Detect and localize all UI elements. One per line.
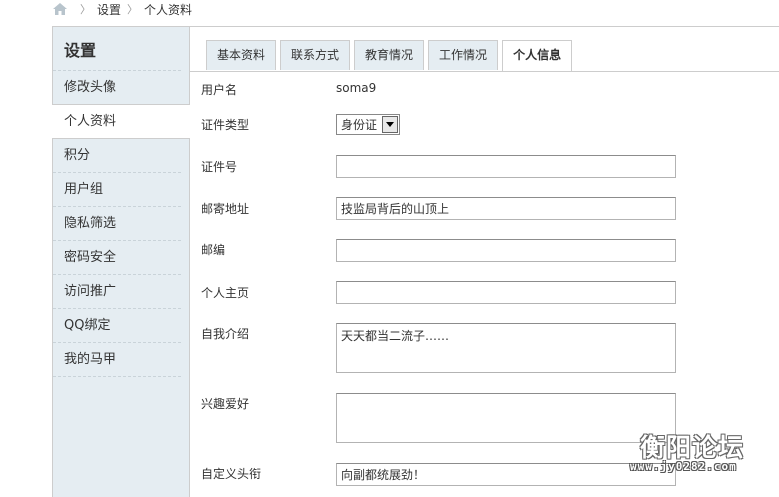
- breadcrumb: 〉 设置 〉 个人资料: [52, 0, 192, 18]
- breadcrumb-profile-link[interactable]: 个人资料: [144, 1, 192, 18]
- sidebar-item-avatar[interactable]: 修改头像: [53, 71, 181, 105]
- zipcode-input[interactable]: [336, 239, 676, 262]
- id-type-selected-value: 身份证: [341, 118, 378, 132]
- divider: [190, 71, 779, 72]
- sidebar-item-usergroup[interactable]: 用户组: [53, 173, 181, 207]
- tab-education[interactable]: 教育情况: [354, 40, 425, 70]
- chevron-right-icon: 〉: [80, 3, 91, 16]
- id-type-select[interactable]: 身份证: [336, 114, 400, 135]
- tab-contact[interactable]: 联系方式: [280, 40, 351, 70]
- bio-label: 自我介绍: [201, 327, 250, 341]
- zipcode-label: 邮编: [201, 243, 226, 257]
- bio-textarea[interactable]: 天天都当二流子……: [336, 323, 676, 373]
- chevron-down-icon[interactable]: [382, 116, 398, 133]
- watermark-url: www.jy0282.com: [630, 460, 737, 473]
- forum-watermark: 衡阳论坛 www.jy0282.com: [630, 428, 775, 478]
- sidebar-item-password[interactable]: 密码安全: [53, 241, 181, 275]
- address-label: 邮寄地址: [201, 202, 250, 216]
- sidebar-item-credits[interactable]: 积分: [53, 139, 181, 173]
- custom-title-input[interactable]: [336, 463, 676, 486]
- sidebar: 设置 修改头像 个人资料 积分 用户组 隐私筛选 密码安全 访问推广 QQ绑定 …: [52, 27, 190, 497]
- address-input[interactable]: [336, 197, 676, 220]
- id-type-label: 证件类型: [201, 118, 250, 132]
- sidebar-item-qq-bind[interactable]: QQ绑定: [53, 309, 181, 343]
- profile-tabs: 基本资料 联系方式 教育情况 工作情况 个人信息: [206, 40, 576, 72]
- custom-title-label: 自定义头衔: [201, 467, 262, 481]
- tab-personal-info[interactable]: 个人信息: [502, 40, 573, 72]
- homepage-label: 个人主页: [201, 286, 250, 300]
- breadcrumb-settings-link[interactable]: 设置: [97, 1, 121, 18]
- username-label: 用户名: [201, 83, 238, 97]
- homepage-input[interactable]: [336, 281, 676, 304]
- sidebar-item-alt-accounts[interactable]: 我的马甲: [53, 343, 181, 377]
- interests-label: 兴趣爱好: [201, 397, 250, 411]
- sidebar-item-promotion[interactable]: 访问推广: [53, 275, 181, 309]
- id-number-input[interactable]: [336, 155, 676, 178]
- watermark-title: 衡阳论坛: [640, 433, 745, 462]
- home-icon[interactable]: [52, 2, 68, 16]
- tab-basic-info[interactable]: 基本资料: [206, 40, 277, 70]
- sidebar-title: 设置: [53, 27, 181, 71]
- interests-textarea[interactable]: [336, 393, 676, 443]
- chevron-right-icon: 〉: [127, 3, 139, 16]
- sidebar-item-privacy[interactable]: 隐私筛选: [53, 207, 181, 241]
- sidebar-item-profile[interactable]: 个人资料: [52, 104, 190, 139]
- tab-work[interactable]: 工作情况: [428, 40, 499, 70]
- username-value: soma9: [336, 81, 377, 95]
- id-number-label: 证件号: [201, 160, 238, 174]
